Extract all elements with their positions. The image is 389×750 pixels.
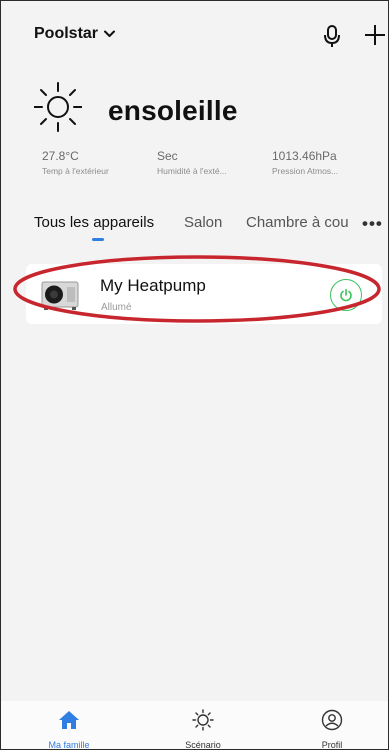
metric-value: 1013.46hPa	[272, 149, 337, 163]
home-name: Poolstar	[34, 25, 99, 42]
room-tabs: Tous les appareils Salon Chambre à cou •…	[34, 214, 384, 244]
home-selector[interactable]: Poolstar	[34, 25, 116, 43]
tab-all-devices[interactable]: Tous les appareils	[34, 214, 154, 231]
bottom-navigation: Ma famille Scénario Profil	[1, 701, 388, 749]
plus-icon[interactable]	[361, 21, 388, 49]
metric-pressure: 1013.46hPa Pression Atmos...	[272, 149, 338, 176]
metric-label: Temp à l'extérieur	[42, 166, 109, 176]
weather-panel: ensoleille 27.8°C Temp à l'extérieur Sec…	[33, 79, 364, 189]
metric-label: Humidité à l'exté...	[157, 166, 227, 176]
nav-label: Profil	[321, 740, 343, 750]
profile-icon	[321, 709, 343, 731]
metric-value: Sec	[157, 149, 178, 163]
device-card[interactable]: My Heatpump Allumé	[26, 264, 382, 324]
nav-label: Scénario	[185, 740, 221, 750]
heatpump-icon	[40, 275, 80, 315]
metric-label: Pression Atmos...	[272, 166, 339, 176]
top-bar: Poolstar	[1, 1, 388, 71]
tab-salon[interactable]: Salon	[184, 214, 222, 231]
power-icon	[340, 288, 352, 302]
nav-item-profile[interactable]: Profil	[287, 709, 377, 750]
nav-label: Ma famille	[48, 740, 90, 750]
home-icon	[59, 711, 79, 729]
metric-humidity: Sec Humidité à l'exté...	[157, 149, 227, 176]
more-tabs-button[interactable]: •••	[362, 214, 383, 234]
device-name: My Heatpump	[100, 276, 206, 295]
sun-icon	[33, 79, 83, 135]
microphone-icon[interactable]	[319, 23, 345, 49]
power-button[interactable]	[330, 279, 362, 311]
app-screen: Poolstar ensoleille 27.8°C Temp à l'exté…	[0, 0, 389, 750]
tab-bedroom[interactable]: Chambre à cou	[246, 214, 358, 231]
nav-item-scenario[interactable]: Scénario	[158, 709, 248, 750]
weather-condition: ensoleille	[108, 95, 238, 126]
metric-value: 27.8°C	[42, 149, 79, 163]
nav-item-home[interactable]: Ma famille	[24, 709, 114, 750]
sun-icon	[192, 709, 214, 731]
device-status: Allumé	[101, 302, 132, 313]
active-tab-indicator	[92, 238, 104, 241]
chevron-down-icon	[104, 25, 116, 43]
metric-temperature: 27.8°C Temp à l'extérieur	[42, 149, 109, 176]
